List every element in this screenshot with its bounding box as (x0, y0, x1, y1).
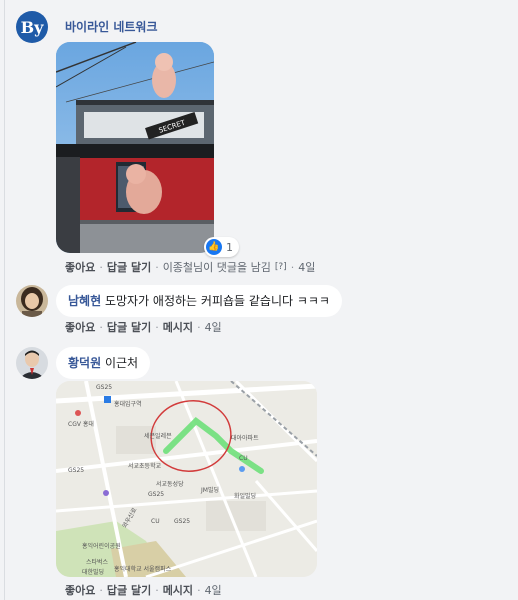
separator-dot: · (155, 583, 159, 597)
map-label: 홍익대학교 서울캠퍼스 (114, 566, 172, 573)
comment-text: 이근처 (104, 356, 139, 370)
reply-link[interactable]: 답글 달기 (107, 259, 151, 275)
like-icon: 👍 (206, 239, 222, 255)
map-label: GS25 (148, 491, 165, 498)
cafe-photo-image: SECRET (56, 42, 214, 253)
timestamp[interactable]: 4일 (205, 319, 222, 335)
comment-bubble: 황덕원 이근처 (56, 347, 151, 379)
activity-text: 이종철님이 댓글을 남김 (162, 261, 271, 274)
map-label: CU (151, 518, 160, 525)
commenter-name[interactable]: 황덕원 (68, 356, 101, 370)
page-avatar[interactable]: By (16, 11, 48, 43)
map-label: CGV 홍대 (68, 421, 94, 428)
message-link[interactable]: 메시지 (163, 582, 193, 598)
comment-action-row: 좋아요 · 답글 달기 · 메시지 · 4일 (65, 582, 222, 598)
separator-dot: · (99, 320, 103, 334)
commenter-avatar[interactable] (16, 347, 48, 379)
reaction-summary[interactable]: 👍 1 (204, 237, 239, 257)
separator-dot: · (290, 260, 295, 274)
map-label: 화일빌딩 (234, 493, 257, 500)
map-label: 서교동성당 (156, 481, 184, 488)
map-label: 스타벅스 (86, 559, 109, 566)
left-divider (4, 0, 5, 600)
message-link[interactable]: 메시지 (163, 319, 193, 335)
map-label: 대한빌딩 (82, 569, 105, 576)
map-label: GS25 (68, 467, 85, 474)
separator-dot: · (155, 320, 159, 334)
reaction-count: 1 (226, 240, 233, 254)
avatar-woman-image (16, 285, 48, 317)
separator-dot: · (99, 583, 103, 597)
map-label: 세븐일레븐 (144, 433, 172, 440)
comment-text: 도망자가 애정하는 커피숍들 같습니다 ㅋㅋㅋ (104, 294, 330, 308)
commenter-name[interactable]: 남혜현 (68, 294, 101, 308)
map-label: CU (239, 455, 248, 462)
map-label: 홍대입구역 (114, 401, 142, 408)
post-action-row: 좋아요 · 답글 달기 · 이종철님이 댓글을 남김 [?] · 4일 (65, 259, 315, 275)
timestamp[interactable]: 4일 (298, 259, 315, 275)
separator-dot: · (197, 583, 201, 597)
map-label: GS25 (174, 518, 191, 525)
comment-action-row: 좋아요 · 답글 달기 · 메시지 · 4일 (65, 319, 222, 335)
map-label: GS25 (96, 384, 113, 391)
page-name[interactable]: 바이라인 네트워크 (65, 18, 158, 35)
separator-dot: · (197, 320, 201, 334)
avatar-text: By (20, 17, 44, 37)
map-attachment[interactable]: CGV 홍대 홍대입구역 GS25 GS25 GS25 GS25 CU CU 서… (56, 381, 317, 577)
timestamp[interactable]: 4일 (205, 582, 222, 598)
reply-link[interactable]: 답글 달기 (107, 319, 151, 335)
separator-dot: · (99, 260, 103, 274)
map-label: 대아아파트 (231, 435, 259, 442)
flag-marker[interactable]: [?] (275, 262, 287, 272)
comment-bubble: 남혜현 도망자가 애정하는 커피숍들 같습니다 ㅋㅋㅋ (56, 285, 342, 317)
like-link[interactable]: 좋아요 (65, 319, 95, 335)
avatar-man-image (16, 347, 48, 379)
map-label: 서교초등학교 (128, 463, 162, 470)
map-label: 홍익어린이공원 (82, 543, 121, 550)
like-link[interactable]: 좋아요 (65, 259, 95, 275)
reply-link[interactable]: 답글 달기 (107, 582, 151, 598)
like-link[interactable]: 좋아요 (65, 582, 95, 598)
commenter-avatar[interactable] (16, 285, 48, 317)
map-label: JM빌딩 (201, 487, 219, 494)
separator-dot: · (155, 260, 159, 274)
post-photo[interactable]: SECRET (56, 42, 214, 253)
